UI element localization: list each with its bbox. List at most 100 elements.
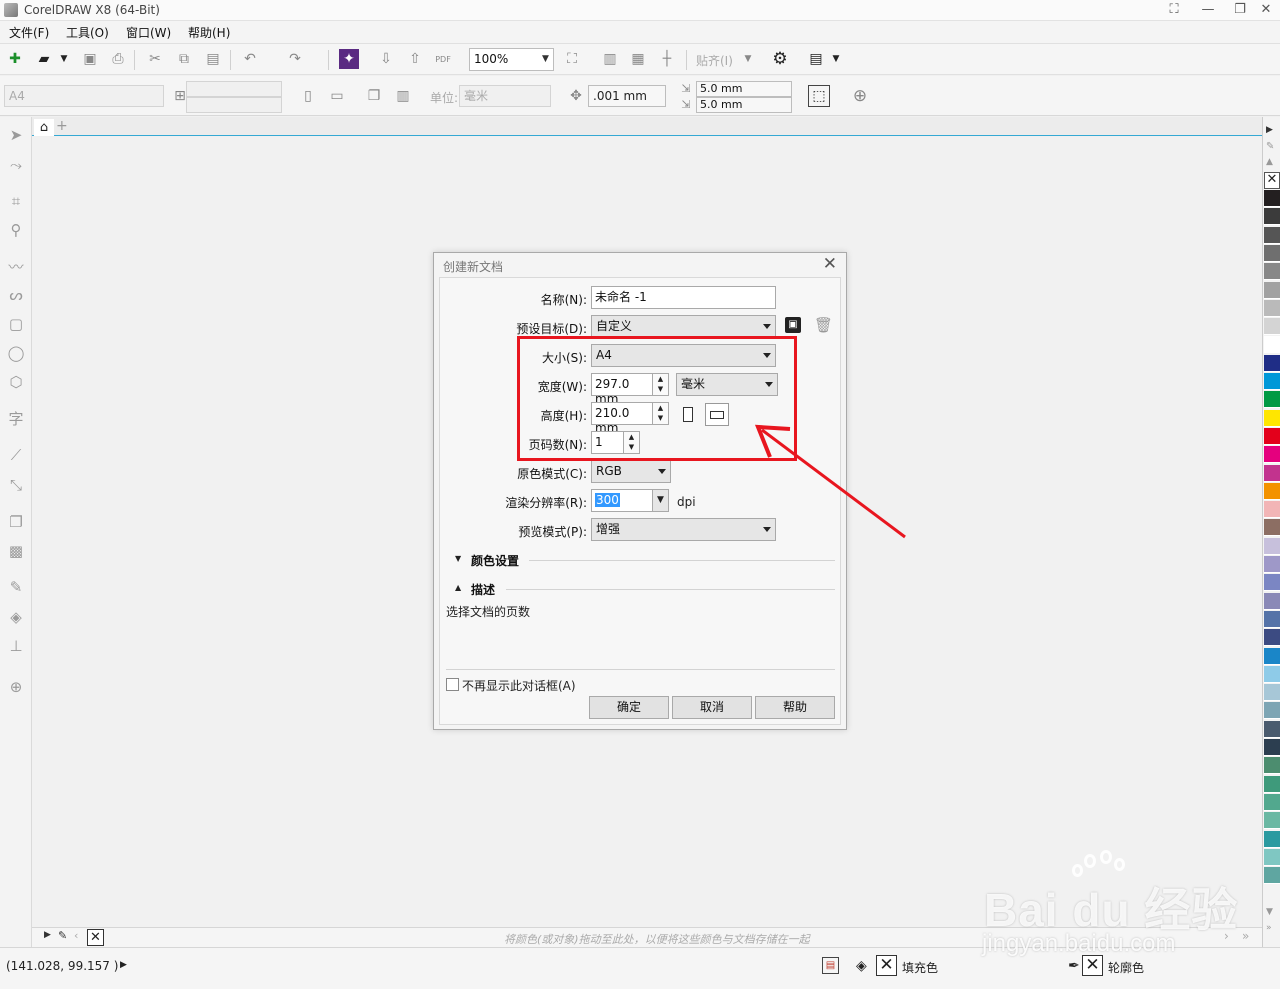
- eyedropper-tool-icon[interactable]: ✎: [6, 577, 26, 597]
- portrait-icon[interactable]: ▯: [298, 86, 318, 106]
- palette-scroll-down-icon[interactable]: ▼: [1266, 907, 1273, 917]
- palette-swatch[interactable]: [1264, 409, 1280, 427]
- duplicate-y-field[interactable]: 5.0 mm: [696, 97, 792, 113]
- palette-swatch[interactable]: [1264, 190, 1280, 207]
- page-border-icon[interactable]: ⬚: [808, 85, 830, 107]
- show-rulers-icon[interactable]: ▥: [600, 49, 620, 69]
- landscape-icon[interactable]: ▭: [327, 86, 347, 106]
- palette-swatch[interactable]: [1264, 537, 1280, 555]
- save-icon[interactable]: ▣: [80, 49, 100, 69]
- fill-color-swatch[interactable]: ✕: [876, 955, 897, 976]
- tray-eyedropper-icon[interactable]: ✎: [58, 929, 67, 942]
- ellipse-tool-icon[interactable]: ◯: [6, 343, 26, 363]
- palette-swatch[interactable]: [1264, 373, 1280, 390]
- redo-icon[interactable]: ↷: [285, 49, 305, 69]
- palette-swatch[interactable]: [1264, 848, 1280, 866]
- palette-swatch[interactable]: [1264, 226, 1280, 244]
- color-proofing-icon[interactable]: ▤: [822, 957, 839, 974]
- palette-swatch[interactable]: [1264, 775, 1280, 793]
- menu-file[interactable]: 文件(F): [9, 24, 49, 41]
- snap-dropdown-icon[interactable]: ▼: [738, 49, 758, 69]
- menu-tools[interactable]: 工具(O): [66, 24, 109, 41]
- page-size-select[interactable]: A4: [4, 85, 164, 107]
- palette-swatch[interactable]: [1264, 556, 1280, 573]
- snap-to-label[interactable]: 贴齐(I): [696, 52, 733, 69]
- connector-tool-icon[interactable]: ⤡: [6, 475, 26, 495]
- color-settings-header[interactable]: 颜色设置: [471, 552, 519, 569]
- show-grid-icon[interactable]: ▦: [628, 49, 648, 69]
- zoom-dropdown-icon[interactable]: ▼: [538, 48, 554, 71]
- palette-swatch[interactable]: [1264, 739, 1280, 756]
- no-color-swatch[interactable]: ✕: [1264, 172, 1280, 189]
- artistic-media-tool-icon[interactable]: ᔕ: [6, 285, 26, 305]
- open-dropdown-icon[interactable]: ▼: [54, 49, 74, 69]
- menu-help[interactable]: 帮助(H): [188, 24, 230, 41]
- duplicate-x-field[interactable]: 5.0 mm: [696, 81, 792, 97]
- tray-no-color-swatch[interactable]: ✕: [87, 929, 104, 946]
- tray-expand-icon[interactable]: »: [1242, 929, 1249, 943]
- palette-swatch[interactable]: [1264, 519, 1280, 537]
- undo-icon[interactable]: ↶: [240, 49, 260, 69]
- palette-swatch[interactable]: [1264, 244, 1280, 262]
- page-width-field[interactable]: [186, 81, 282, 97]
- zoom-level-field[interactable]: 100%: [469, 48, 539, 71]
- resolution-dropdown-icon[interactable]: ▼: [653, 489, 669, 512]
- palette-swatch[interactable]: [1264, 665, 1280, 683]
- dont-show-again-checkbox[interactable]: [446, 678, 459, 691]
- palette-swatch[interactable]: [1264, 354, 1280, 372]
- color-settings-expand-icon[interactable]: ▼: [455, 554, 461, 563]
- palette-swatch[interactable]: [1264, 464, 1280, 482]
- cancel-button[interactable]: 取消: [672, 696, 752, 719]
- drop-shadow-tool-icon[interactable]: ❐: [6, 512, 26, 532]
- tray-scroll-left-icon[interactable]: ‹: [74, 929, 78, 942]
- page-height-field[interactable]: [186, 97, 282, 113]
- delete-preset-trash-icon[interactable]: 🗑: [814, 316, 833, 334]
- interactive-fill-tool-icon[interactable]: ◈: [6, 607, 26, 627]
- palette-swatch[interactable]: [1264, 427, 1280, 445]
- color-mode-select[interactable]: RGB: [591, 460, 671, 483]
- menu-window[interactable]: 窗口(W): [126, 24, 171, 41]
- shape-tool-icon[interactable]: ⤳: [6, 155, 26, 175]
- transparency-tool-icon[interactable]: ▩: [6, 541, 26, 561]
- dont-show-again-label[interactable]: 不再显示此对话框(A): [462, 677, 576, 694]
- freehand-tool-icon[interactable]: 〰: [6, 257, 26, 277]
- resolution-input[interactable]: 300: [591, 489, 653, 512]
- paste-icon[interactable]: ▤: [203, 49, 223, 69]
- quick-customize-plus-icon[interactable]: ⊕: [850, 86, 870, 106]
- palette-swatch[interactable]: [1264, 684, 1280, 702]
- ok-button[interactable]: 确定: [589, 696, 669, 719]
- palette-swatch[interactable]: [1264, 867, 1280, 885]
- close-window-button[interactable]: ✕: [1252, 1, 1280, 19]
- palette-swatch[interactable]: [1264, 501, 1280, 519]
- close-icon[interactable]: ✕: [823, 254, 837, 274]
- palette-swatch[interactable]: [1264, 208, 1280, 226]
- publish-pdf-icon[interactable]: PDF: [433, 49, 453, 69]
- help-button[interactable]: 帮助: [755, 696, 835, 719]
- palette-swatch[interactable]: [1264, 318, 1280, 336]
- text-tool-icon[interactable]: 字: [6, 409, 26, 429]
- palette-swatch[interactable]: [1264, 793, 1280, 811]
- home-tab-icon[interactable]: ⌂: [34, 119, 54, 136]
- palette-expand-icon[interactable]: »: [1266, 923, 1272, 933]
- import-icon[interactable]: ⇩: [376, 49, 396, 69]
- new-document-icon[interactable]: ✚: [5, 49, 25, 69]
- dimension-tool-icon[interactable]: ⟋: [6, 445, 26, 465]
- status-expand-arrow-icon[interactable]: ▶: [120, 960, 127, 970]
- palette-swatch[interactable]: [1264, 336, 1280, 354]
- current-page-icon[interactable]: ▥: [393, 86, 413, 106]
- export-icon[interactable]: ⇧: [405, 49, 425, 69]
- name-input[interactable]: 未命名 -1: [591, 286, 776, 309]
- palette-swatch[interactable]: [1264, 482, 1280, 500]
- palette-swatch[interactable]: [1264, 757, 1280, 775]
- description-collapse-icon[interactable]: ▲: [455, 583, 461, 592]
- eyedropper-icon[interactable]: ✎: [1266, 141, 1274, 152]
- save-preset-icon[interactable]: ▣: [785, 317, 801, 333]
- polygon-tool-icon[interactable]: ⬡: [6, 372, 26, 392]
- palette-swatch[interactable]: [1264, 574, 1280, 592]
- full-screen-preview-icon[interactable]: ⛶: [562, 49, 582, 69]
- palette-swatch[interactable]: [1264, 812, 1280, 830]
- palette-swatch[interactable]: [1264, 830, 1280, 848]
- show-guidelines-icon[interactable]: ┼: [657, 49, 677, 69]
- crop-tool-icon[interactable]: ⌗: [6, 191, 26, 211]
- description-header[interactable]: 描述: [471, 581, 495, 598]
